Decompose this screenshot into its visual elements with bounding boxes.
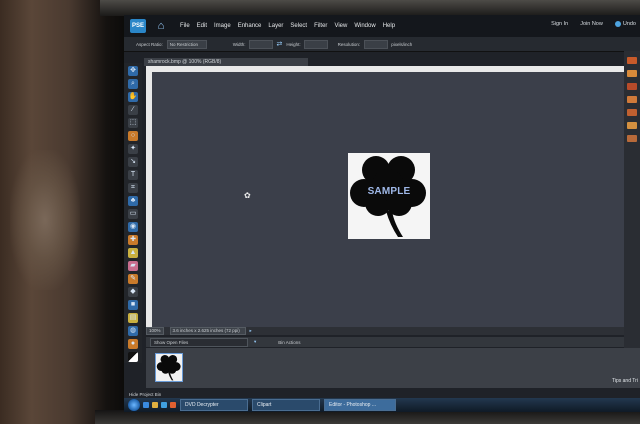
zoom-tool-icon[interactable]: ⌕ (128, 79, 138, 89)
cookie-cutter-cursor-icon: ✿ (244, 191, 251, 200)
paint-bucket-tool-icon[interactable]: ◆ (128, 287, 138, 297)
straighten-tool-icon[interactable]: ▭ (128, 209, 138, 219)
shamrock-thumbnail[interactable] (155, 353, 183, 382)
filters-icon[interactable] (627, 83, 637, 90)
resolution-field[interactable] (364, 39, 389, 49)
toolbox: ✥ ⌕ ✋ ∕ ⬚ ○ ✦ ↘ T ⌗ ♣ ▭ ◉ ✚ ▲ ▰ ✎ ◆ ■ ▤ … (124, 63, 142, 363)
bin-actions-menu[interactable]: Bin Actions (278, 340, 300, 345)
ie-icon[interactable] (143, 402, 149, 408)
shape-tool-icon[interactable]: ■ (128, 300, 138, 310)
shamrock-image[interactable]: SAMPLE (348, 153, 430, 239)
app-logo-icon: PSE (130, 19, 146, 33)
aspect-ratio-label: Aspect Ratio: (136, 41, 163, 47)
bin-dropdown-icon[interactable]: ▾ (254, 339, 256, 345)
gradient-tool-icon[interactable]: ▤ (128, 313, 138, 323)
start-button-icon[interactable] (128, 399, 140, 411)
menu-layer[interactable]: Layer (268, 23, 283, 29)
taskbar-dvd-decrypter[interactable]: DVD Decrypter (180, 399, 248, 411)
main-menu: File Edit Image Enhance Layer Select Fil… (180, 23, 402, 29)
join-now-link[interactable]: Join Now (580, 21, 603, 27)
undo-icon (614, 21, 621, 27)
color-swatches-icon[interactable] (128, 352, 138, 362)
resolution-unit[interactable]: pixels/inch (391, 42, 412, 47)
quicklaunch-app-icon[interactable] (170, 402, 176, 408)
brush-tool-icon[interactable]: ✎ (128, 274, 138, 284)
menu-view[interactable]: View (334, 23, 347, 29)
healing-brush-tool-icon[interactable]: ✚ (128, 235, 138, 245)
taskbar-editor-photoshop[interactable]: Editor - Photoshop ... (324, 399, 396, 411)
menu-image[interactable]: Image (214, 23, 231, 29)
windows-taskbar: DVD Decrypter Clipart Editor - Photoshop… (124, 398, 640, 412)
lasso-tool-icon[interactable]: ○ (128, 131, 138, 141)
marquee-tool-icon[interactable]: ⬚ (128, 118, 138, 128)
tips-and-tricks-link[interactable]: Tips and Tri (612, 378, 638, 384)
swap-dimensions-icon[interactable]: ⇄ (277, 40, 283, 48)
home-icon[interactable]: ⌂ (154, 19, 168, 33)
type-tool-icon[interactable]: T (128, 170, 138, 180)
crop-tool-icon[interactable]: ⌗ (128, 183, 138, 193)
layer-styles-icon[interactable] (627, 70, 637, 77)
document-size: 3.6 inches x 2.625 inches (72 ppi) (169, 327, 246, 335)
undo-button[interactable]: Undo (614, 21, 636, 27)
clone-stamp-tool-icon[interactable]: ▲ (128, 248, 138, 258)
sponge-tool-icon[interactable]: ● (128, 339, 138, 349)
red-eye-tool-icon[interactable]: ◉ (128, 222, 138, 232)
sign-in-link[interactable]: Sign In (551, 21, 568, 27)
undo-label: Undo (622, 21, 636, 27)
layers-icon[interactable] (627, 135, 637, 142)
menu-select[interactable]: Select (290, 23, 307, 29)
screen: PSE ⌂ File Edit Image Enhance Layer Sele… (124, 15, 640, 412)
width-field[interactable] (248, 39, 273, 49)
menu-bar: PSE ⌂ File Edit Image Enhance Layer Sele… (124, 15, 640, 37)
aspect-ratio-select[interactable]: No Restriction (166, 39, 207, 49)
thumbnail-shamrock-icon (156, 354, 181, 381)
project-bin (146, 348, 640, 388)
eraser-tool-icon[interactable]: ▰ (128, 261, 138, 271)
laptop-bezel-left (0, 0, 125, 424)
menu-help[interactable]: Help (383, 23, 395, 29)
status-menu-arrow-icon[interactable]: ▸ (250, 328, 252, 334)
taskbar-clipart[interactable]: Clipart (252, 399, 320, 411)
selection-brush-tool-icon[interactable]: ↘ (128, 157, 138, 167)
blur-tool-icon[interactable]: ◍ (128, 326, 138, 336)
magic-wand-tool-icon[interactable]: ✦ (128, 144, 138, 154)
laptop-bezel-bottom (95, 410, 640, 424)
status-bar: 100% 3.6 inches x 2.625 inches (72 ppi) … (146, 327, 624, 335)
photo-effects-icon[interactable] (627, 96, 637, 103)
move-tool-icon[interactable]: ✥ (128, 66, 138, 76)
hide-project-bin-toggle[interactable]: Hide Project Bin (129, 392, 161, 397)
eyedropper-tool-icon[interactable]: ∕ (128, 105, 138, 115)
zoom-level[interactable]: 100% (146, 327, 164, 335)
palette-bin (624, 51, 640, 381)
menu-edit[interactable]: Edit (197, 23, 207, 29)
width-label: Width: (232, 41, 246, 47)
explorer-icon[interactable] (152, 402, 158, 408)
resolution-label: Resolution: (337, 41, 361, 47)
effects-icon[interactable] (627, 57, 637, 64)
laptop-bezel-top (100, 0, 640, 16)
height-label: Height: (286, 41, 301, 47)
watermark-text: SAMPLE (367, 186, 411, 197)
menu-filter[interactable]: Filter (314, 23, 327, 29)
tool-options-bar: Aspect Ratio: No Restriction Width: ⇄ He… (124, 37, 640, 52)
media-player-icon[interactable] (161, 402, 167, 408)
menu-window[interactable]: Window (354, 23, 375, 29)
height-field[interactable] (303, 39, 328, 49)
cookie-cutter-tool-icon[interactable]: ♣ (128, 196, 138, 206)
menu-file[interactable]: File (180, 23, 190, 29)
document-tab[interactable]: shamrock.bmp @ 100% (RGB/8) (144, 58, 308, 66)
menu-enhance[interactable]: Enhance (238, 23, 262, 29)
account-links: Sign In Join Now Undo (539, 21, 636, 27)
hand-tool-icon[interactable]: ✋ (128, 92, 138, 102)
artwork-icon[interactable] (627, 109, 637, 116)
themes-icon[interactable] (627, 122, 637, 129)
show-open-files-select[interactable]: Show Open Files (150, 337, 248, 347)
project-bin-header: Show Open Files ▾ Bin Actions (146, 337, 624, 347)
